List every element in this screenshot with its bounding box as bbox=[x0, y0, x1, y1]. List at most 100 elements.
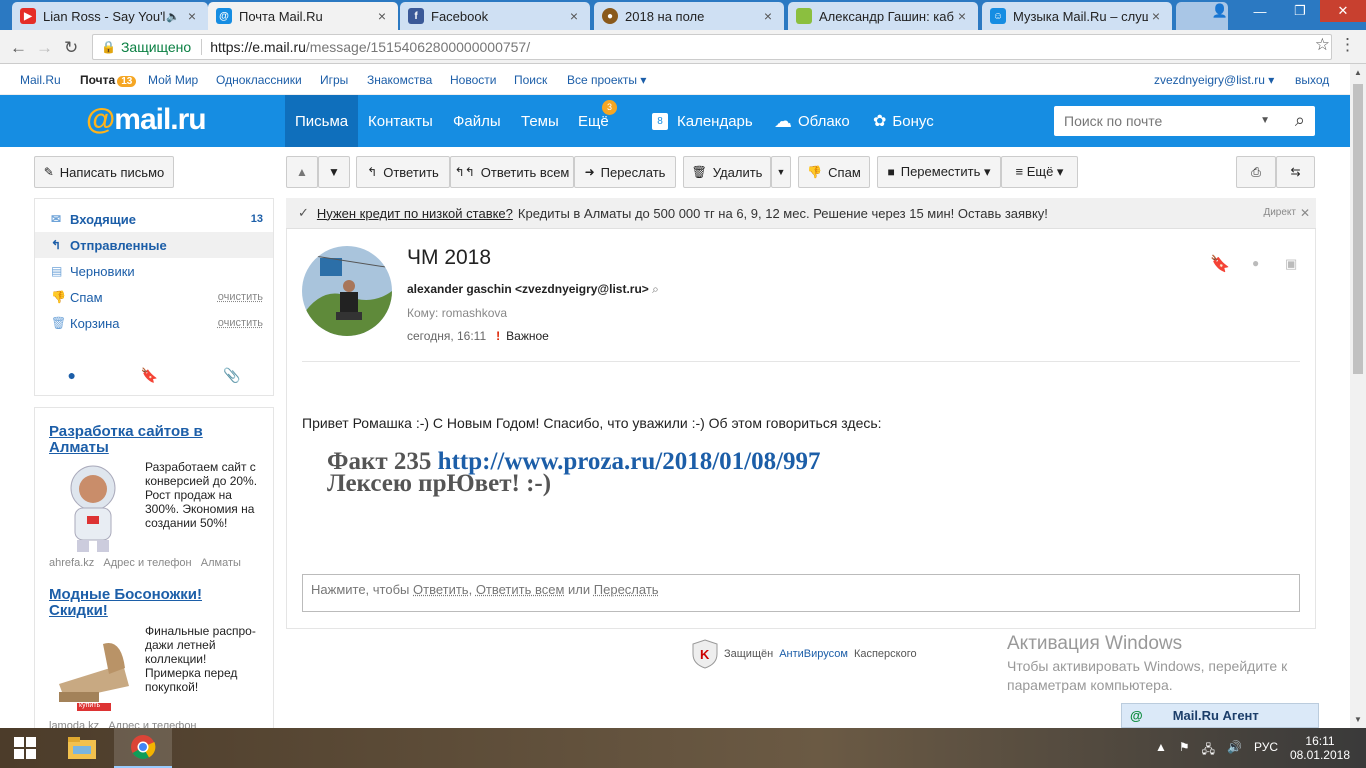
clear-trash-link[interactable]: очистить bbox=[218, 317, 263, 329]
next-message-button[interactable]: ▼ bbox=[318, 156, 350, 188]
antivirus-link[interactable]: АнтиВирусом bbox=[779, 648, 848, 660]
prev-message-button[interactable]: ▲ bbox=[286, 156, 318, 188]
forward-icon[interactable]: → bbox=[36, 38, 53, 58]
browser-tab-youtube[interactable]: ▶ Lian Ross - Say You'll 🔈 × bbox=[12, 2, 208, 30]
nav-files[interactable]: Файлы bbox=[443, 95, 511, 147]
delete-menu-button[interactable]: ▼ bbox=[771, 156, 791, 188]
browser-tab-mail[interactable]: @ Почта Mail.Ru × bbox=[208, 2, 398, 30]
sender-avatar[interactable] bbox=[302, 246, 392, 336]
mail-search-input[interactable]: Поиск по почте ▼ ⌕ bbox=[1054, 106, 1315, 136]
reply-all-button[interactable]: ↰↰ Ответить всем bbox=[450, 156, 574, 188]
reload-icon[interactable]: ↻ bbox=[64, 38, 78, 58]
browser-tab-gashin[interactable]: Александр Гашин: каби × bbox=[788, 2, 978, 30]
mail-agent-bar[interactable]: @ Mail.Ru Агент bbox=[1121, 703, 1319, 728]
more-button[interactable]: ≡ Ещё ▾ bbox=[1001, 156, 1078, 188]
url-input[interactable]: 🔒 Защищено https://e.mail.ru /message/15… bbox=[92, 34, 1332, 60]
windows-start-icon[interactable] bbox=[0, 728, 50, 768]
nav-bonus[interactable]: ✿ Бонус bbox=[863, 95, 944, 147]
calendar-icon[interactable]: ▣ bbox=[1285, 256, 1297, 272]
folder-spam[interactable]: 👎 Спам очистить bbox=[35, 284, 273, 310]
scrollbar-thumb[interactable] bbox=[1353, 84, 1363, 374]
chevron-down-icon[interactable]: ▼ bbox=[1260, 115, 1270, 126]
network-icon[interactable]: 🖧 bbox=[1202, 740, 1215, 761]
close-window-icon[interactable]: ✕ bbox=[1320, 0, 1366, 22]
portal-link-all-projects[interactable]: Все проекты ▾ bbox=[567, 73, 646, 87]
page-scrollbar[interactable]: ▲ ▼ bbox=[1350, 64, 1366, 728]
quick-reply-link[interactable]: Ответить bbox=[413, 582, 469, 597]
bookmark-star-icon[interactable]: ☆ bbox=[1315, 35, 1330, 55]
forward-button[interactable]: ➜ Переслать bbox=[574, 156, 676, 188]
portal-link-games[interactable]: Игры bbox=[320, 73, 348, 87]
bookmark-icon[interactable]: 🔖 bbox=[1210, 254, 1230, 274]
portal-link-mail[interactable]: Почта 13 bbox=[80, 73, 137, 87]
portal-link-search[interactable]: Поиск bbox=[514, 73, 547, 87]
portal-link-dating[interactable]: Знакомства bbox=[367, 73, 432, 87]
back-icon[interactable]: ← bbox=[10, 38, 27, 58]
ad-2-buy-button[interactable]: купить bbox=[79, 702, 100, 709]
direct-ad-link[interactable]: Нужен кредит по низкой ставке? bbox=[317, 206, 513, 221]
spam-button[interactable]: 👎 Спам bbox=[798, 156, 870, 188]
close-tab-icon[interactable]: × bbox=[760, 8, 776, 24]
flag-filter-icon[interactable]: 🔖 bbox=[141, 367, 158, 384]
folder-drafts[interactable]: ▤ Черновики bbox=[35, 258, 273, 284]
message-sender[interactable]: alexander gaschin <zvezdnyeigry@list.ru>… bbox=[407, 282, 659, 297]
user-icon[interactable]: 👤 bbox=[1200, 0, 1240, 22]
minimize-icon[interactable]: — bbox=[1240, 0, 1280, 22]
browser-menu-icon[interactable]: ⋮ bbox=[1339, 35, 1356, 55]
search-icon[interactable]: ⌕ bbox=[1295, 110, 1305, 131]
folder-sent[interactable]: ↰ Отправленные bbox=[35, 232, 273, 258]
delete-button[interactable]: 🗑 Удалить bbox=[683, 156, 771, 188]
quick-reply-all-link[interactable]: Ответить всем bbox=[476, 582, 565, 597]
move-button[interactable]: ■ Переместить ▾ bbox=[877, 156, 1001, 188]
close-tab-icon[interactable]: × bbox=[566, 8, 582, 24]
portal-link-mailru[interactable]: Mail.Ru bbox=[20, 73, 61, 87]
chevron-up-icon[interactable]: ▲ bbox=[1155, 740, 1167, 761]
speaker-icon[interactable]: 🔈 bbox=[166, 10, 180, 23]
translate-button[interactable]: ⇆ bbox=[1276, 156, 1315, 188]
quick-reply-box[interactable]: Нажмите, чтобы Ответить, Ответить всем и… bbox=[302, 574, 1300, 612]
direct-ad-banner: ✓ Нужен кредит по низкой ставке? Кредиты… bbox=[286, 198, 1316, 229]
clear-spam-link[interactable]: очистить bbox=[218, 291, 263, 303]
browser-tab-music[interactable]: ☺ Музыка Mail.Ru – слуша × bbox=[982, 2, 1172, 30]
read-status-icon[interactable]: ● bbox=[1252, 256, 1259, 270]
portal-link-ok[interactable]: Одноклассники bbox=[216, 73, 302, 87]
file-explorer-icon[interactable] bbox=[58, 728, 106, 768]
nav-contacts[interactable]: Контакты bbox=[358, 95, 443, 147]
nav-themes[interactable]: Темы bbox=[511, 95, 569, 147]
nav-cloud[interactable]: ☁ Облако bbox=[764, 95, 860, 147]
portal-link-myworld[interactable]: Мой Мир bbox=[148, 73, 198, 87]
logout-link[interactable]: выход bbox=[1295, 73, 1329, 87]
quick-forward-link[interactable]: Переслать bbox=[594, 582, 659, 597]
flag-icon[interactable]: ⚑ bbox=[1179, 740, 1190, 761]
close-icon[interactable]: ✕ bbox=[1300, 206, 1310, 220]
important-icon: ! bbox=[496, 329, 501, 343]
chrome-taskbar-icon[interactable] bbox=[114, 728, 172, 768]
close-tab-icon[interactable]: × bbox=[374, 8, 390, 24]
volume-icon[interactable]: 🔊 bbox=[1227, 740, 1242, 761]
search-icon[interactable]: ⌕ bbox=[652, 282, 659, 296]
clock[interactable]: 16:11 08.01.2018 bbox=[1290, 734, 1350, 762]
ad-1-title[interactable]: Разработка сайтов в Алматы bbox=[49, 424, 209, 456]
mailru-logo[interactable]: @mail.ru bbox=[86, 103, 207, 137]
print-button[interactable]: ⎙ bbox=[1236, 156, 1276, 188]
close-tab-icon[interactable]: × bbox=[1148, 8, 1164, 24]
windows-taskbar: ▲ ⚑ 🖧 🔊 РУС 16:11 08.01.2018 bbox=[0, 728, 1366, 768]
attachment-filter-icon[interactable]: 📎 bbox=[223, 367, 240, 384]
maximize-icon[interactable]: ❐ bbox=[1280, 0, 1320, 22]
close-tab-icon[interactable]: × bbox=[954, 8, 970, 24]
ad-2-title[interactable]: Модные Босоножки! Скидки! bbox=[49, 587, 219, 619]
user-email-menu[interactable]: zvezdnyeigry@list.ru ▾ bbox=[1154, 73, 1274, 87]
folder-trash[interactable]: 🗑 Корзина очистить bbox=[35, 310, 273, 336]
nav-letters[interactable]: Письма bbox=[285, 95, 359, 147]
close-tab-icon[interactable]: × bbox=[184, 8, 200, 24]
compose-button[interactable]: ✎ Написать письмо bbox=[34, 156, 174, 188]
cloud-icon: ☁ bbox=[774, 110, 792, 131]
unread-filter-icon[interactable]: ● bbox=[67, 367, 75, 384]
language-indicator[interactable]: РУС bbox=[1254, 740, 1278, 761]
browser-tab-2018[interactable]: ● 2018 на поле × bbox=[594, 2, 784, 30]
reply-button[interactable]: ↰ Ответить bbox=[356, 156, 450, 188]
folder-inbox[interactable]: ✉ Входящие 13 bbox=[35, 206, 273, 232]
nav-calendar[interactable]: 8 Календарь bbox=[642, 95, 763, 147]
portal-link-news[interactable]: Новости bbox=[450, 73, 496, 87]
browser-tab-facebook[interactable]: f Facebook × bbox=[400, 2, 590, 30]
